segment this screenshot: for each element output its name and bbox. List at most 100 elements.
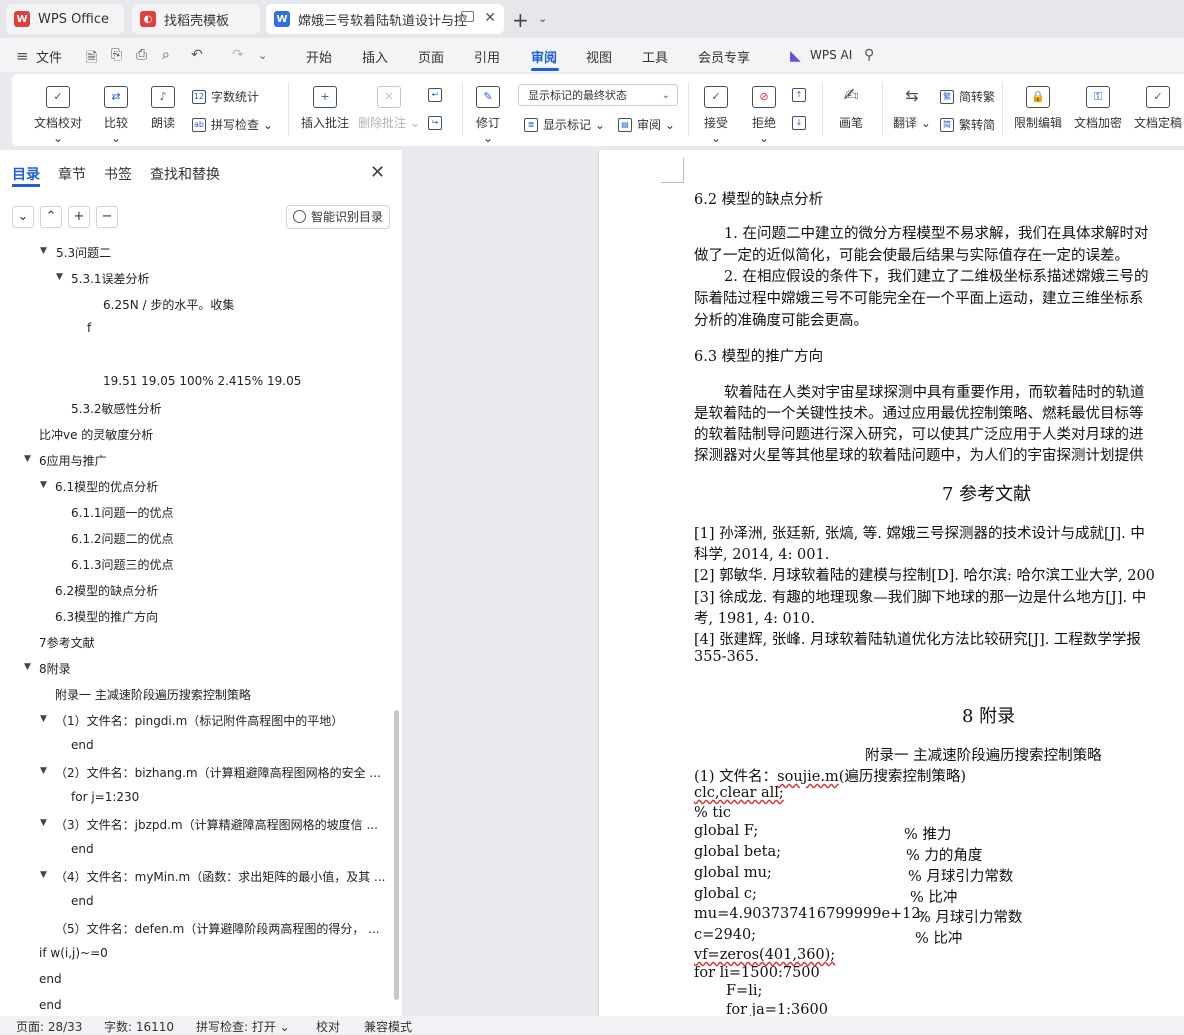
- toc-item[interactable]: （5）文件名：defen.m（计算避障阶段两高程图的得分， ...: [55, 920, 380, 937]
- tab-wps-office[interactable]: W WPS Office: [6, 4, 124, 34]
- toc-item[interactable]: end: [39, 972, 62, 986]
- menu-view[interactable]: 视图: [586, 47, 612, 66]
- nav-tab-bookmarks[interactable]: 书签: [104, 164, 132, 184]
- delete-comment-button[interactable]: ✕ 删除批注 ⌄: [358, 86, 420, 131]
- prev-change-button[interactable]: ↑: [792, 88, 811, 102]
- nav-tab-find-replace[interactable]: 查找和替换: [150, 164, 220, 184]
- expand-toggle-icon[interactable]: ▼: [24, 662, 31, 672]
- plus-icon[interactable]: +: [68, 206, 90, 228]
- toc-item[interactable]: 6.1模型的优点分析: [55, 478, 158, 495]
- toc-item[interactable]: 6.1.1问题一的优点: [71, 504, 174, 521]
- nav-tab-chapters[interactable]: 章节: [58, 164, 86, 184]
- show-markup-button[interactable]: ≣ 显示标记 ⌄: [524, 116, 605, 133]
- read-aloud-button[interactable]: ♪ 朗读: [148, 86, 178, 131]
- print-preview-icon[interactable]: ⌕: [162, 47, 170, 63]
- expand-toggle-icon[interactable]: ▼: [56, 272, 63, 282]
- toc-item[interactable]: 附录一 主减速阶段遍历搜索控制策略: [55, 686, 251, 703]
- proofread-status[interactable]: 校对: [316, 1018, 340, 1035]
- close-icon[interactable]: ✕: [484, 10, 496, 26]
- doc-check-button[interactable]: ✓ 文档校对 ⌄: [28, 86, 88, 145]
- toc-item[interactable]: 6.1.3问题三的优点: [71, 556, 174, 573]
- restrict-edit-button[interactable]: 🔒 限制编辑: [1012, 86, 1064, 131]
- toc-item[interactable]: 5.3问题二: [56, 244, 111, 261]
- review-pane-button[interactable]: ▤ 审阅 ⌄: [618, 116, 675, 133]
- collapse-chevron-down-icon[interactable]: ⌄: [12, 206, 34, 228]
- toc-item[interactable]: end: [39, 998, 62, 1012]
- menu-wps-ai[interactable]: WPS AI: [810, 48, 852, 62]
- redo-icon[interactable]: ↷: [232, 47, 244, 63]
- toc-item[interactable]: 比冲ve 的灵敏度分析: [39, 426, 153, 443]
- toc-item[interactable]: 6.25N / 步的水平。收集: [103, 296, 234, 313]
- tab-docer[interactable]: ◐ 找稻壳模板: [132, 4, 260, 34]
- expand-toggle-icon[interactable]: ▼: [40, 818, 47, 828]
- reject-button[interactable]: ⊘ 拒绝 ⌄: [746, 86, 782, 145]
- toc-item[interactable]: （3）文件名：jbzpd.m（计算精避障高程图网格的坡度信 ...: [55, 816, 378, 833]
- export-icon[interactable]: ⎘: [111, 47, 122, 63]
- menu-member[interactable]: 会员专享: [698, 47, 750, 66]
- smart-toc-button[interactable]: 智能识别目录: [286, 205, 390, 229]
- toc-item[interactable]: 6应用与推广: [39, 452, 107, 469]
- toc-item[interactable]: end: [71, 842, 94, 856]
- nav-tab-toc[interactable]: 目录: [12, 164, 40, 184]
- toc-item[interactable]: end: [71, 894, 94, 908]
- menu-page[interactable]: 页面: [418, 47, 444, 66]
- hamburger-icon[interactable]: ≡: [16, 47, 29, 65]
- new-tab-icon[interactable]: +: [512, 8, 529, 32]
- encrypt-button[interactable]: ⚿ 文档加密: [1072, 86, 1124, 131]
- translate-button[interactable]: ⇆ 翻译 ⌄: [892, 86, 932, 131]
- insert-comment-button[interactable]: + 插入批注: [298, 86, 352, 131]
- save-icon[interactable]: 🗎: [86, 47, 97, 71]
- tab-document[interactable]: W 嫦娥三号软着陆轨道设计与控 ✕: [266, 4, 504, 34]
- toc-item[interactable]: 6.2模型的缺点分析: [55, 582, 158, 599]
- toc-item[interactable]: 6.1.2问题二的优点: [71, 530, 174, 547]
- expand-toggle-icon[interactable]: ▼: [40, 714, 47, 724]
- chevron-down-icon[interactable]: ⌄: [538, 12, 547, 25]
- monitor-icon[interactable]: [461, 11, 474, 22]
- revise-button[interactable]: ✎ 修订 ⌄: [470, 86, 506, 145]
- markup-state-select[interactable]: 显示标记的最终状态 ⌄: [518, 84, 678, 106]
- search-icon[interactable]: ⚲: [864, 47, 874, 63]
- expand-toggle-icon[interactable]: ▼: [24, 454, 31, 464]
- expand-toggle-icon[interactable]: ▼: [40, 766, 47, 776]
- word-count-status[interactable]: 字数: 16110: [104, 1018, 174, 1035]
- print-icon[interactable]: ⎙: [136, 47, 147, 63]
- toc-item[interactable]: end: [71, 738, 94, 752]
- finalize-button[interactable]: ✓ 文档定稿: [1132, 86, 1184, 131]
- toc-item[interactable]: 8附录: [39, 660, 71, 677]
- toc-item[interactable]: （1）文件名：pingdi.m（标记附件高程图中的平地）: [55, 712, 343, 729]
- menu-insert[interactable]: 插入: [362, 47, 388, 66]
- toc-item[interactable]: f: [87, 321, 91, 335]
- undo-icon[interactable]: ↶: [191, 47, 203, 63]
- menu-reference[interactable]: 引用: [474, 47, 500, 66]
- to-simplified-button[interactable]: 简 繁转简: [940, 116, 995, 133]
- document-page[interactable]: 6.2 模型的缺点分析 1. 在问题二中建立的微分方程模型不易求解，我们在具体求…: [598, 150, 1184, 1016]
- spell-check-status[interactable]: 拼写检查: 打开 ⌄: [196, 1018, 290, 1035]
- expand-toggle-icon[interactable]: ▼: [40, 246, 47, 256]
- page-indicator[interactable]: 页面: 28/33: [16, 1018, 82, 1035]
- accept-button[interactable]: ✓ 接受 ⌄: [698, 86, 734, 145]
- toc-item[interactable]: 7参考文献: [39, 634, 95, 651]
- toc-item[interactable]: 5.3.1误差分析: [71, 270, 150, 287]
- to-traditional-button[interactable]: 繁 简转繁: [940, 88, 995, 105]
- close-icon[interactable]: ✕: [370, 162, 385, 183]
- toc-item[interactable]: （2）文件名：bizhang.m（计算粗避障高程图网格的安全 ...: [55, 764, 381, 781]
- next-comment-button[interactable]: ↪: [428, 116, 447, 130]
- toc-item[interactable]: 6.3模型的推广方向: [55, 608, 158, 625]
- more-chevron-icon[interactable]: ⌄: [258, 49, 267, 62]
- menu-tools[interactable]: 工具: [642, 47, 668, 66]
- pen-button[interactable]: ✍ 画笔: [834, 86, 868, 131]
- word-count-button[interactable]: 12 字数统计: [192, 88, 259, 105]
- toc-item[interactable]: 19.51 19.05 100% 2.415% 19.05: [103, 374, 301, 388]
- toc-item[interactable]: （4）文件名：myMin.m（函数：求出矩阵的最小值，及其 ...: [55, 868, 385, 885]
- toc-item[interactable]: if w(i,j)~=0: [39, 946, 108, 960]
- toc-item[interactable]: for j=1:230: [71, 790, 139, 804]
- menu-review[interactable]: 审阅: [531, 47, 557, 66]
- expand-toggle-icon[interactable]: ▼: [40, 480, 47, 490]
- toc-item[interactable]: 5.3.2敏感性分析: [71, 400, 162, 417]
- menu-file[interactable]: 文件: [36, 47, 62, 66]
- menu-start[interactable]: 开始: [306, 47, 332, 66]
- minus-icon[interactable]: −: [96, 206, 118, 228]
- next-change-button[interactable]: ↓: [792, 116, 811, 130]
- spell-check-button[interactable]: ab 拼写检查 ⌄: [192, 116, 273, 133]
- expand-toggle-icon[interactable]: ▼: [40, 870, 47, 880]
